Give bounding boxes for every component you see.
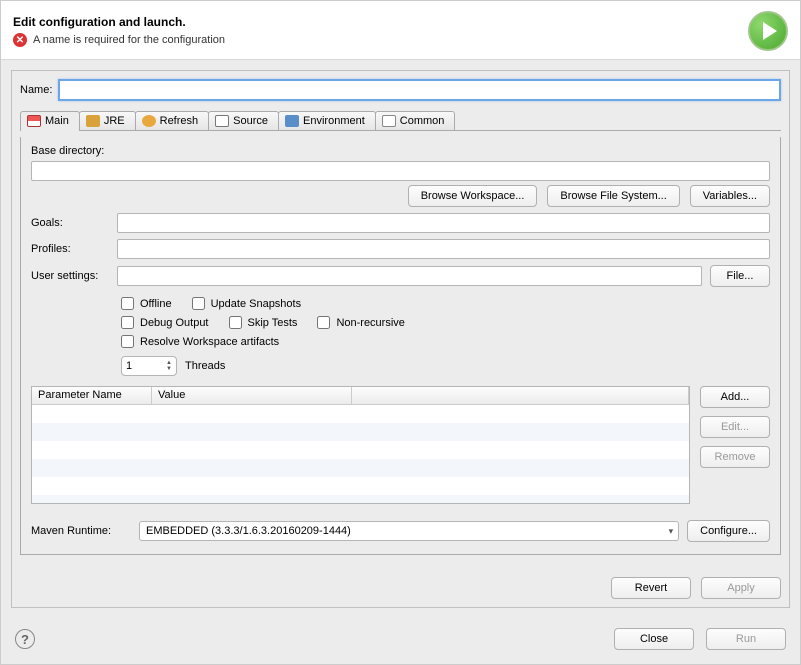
browse-workspace-button[interactable]: Browse Workspace... [408,185,538,207]
non-recursive-checkbox[interactable]: Non-recursive [317,316,404,329]
skip-tests-checkbox[interactable]: Skip Tests [229,316,298,329]
maven-runtime-select[interactable]: EMBEDDED (3.3.3/1.6.3.20160209-1444) [139,521,679,541]
tab-refresh[interactable]: Refresh [135,111,210,130]
error-message: A name is required for the configuration [33,34,225,46]
dialog-header: Edit configuration and launch. ✕ A name … [1,1,800,60]
base-directory-input[interactable] [31,161,770,181]
table-header: Parameter Name Value [32,387,689,405]
add-button[interactable]: Add... [700,386,770,408]
dialog-title: Edit configuration and launch. [13,15,225,29]
jre-tab-icon [86,115,100,127]
goals-label: Goals: [31,217,109,229]
source-tab-icon [215,115,229,127]
user-settings-label: User settings: [31,270,109,282]
goals-input[interactable] [117,213,770,233]
col-rest [352,387,689,404]
environment-tab-icon [285,115,299,127]
debug-output-checkbox[interactable]: Debug Output [121,316,209,329]
profiles-label: Profiles: [31,243,109,255]
threads-spinner[interactable]: 1 ▲▼ [121,356,177,376]
threads-label: Threads [185,360,225,372]
main-tab-icon [27,115,41,127]
parameters-table[interactable]: Parameter Name Value [31,386,690,504]
revert-button[interactable]: Revert [611,577,691,599]
apply-button[interactable]: Apply [701,577,781,599]
file-button[interactable]: File... [710,265,770,287]
help-icon[interactable]: ? [15,629,35,649]
table-body[interactable] [32,405,689,503]
close-button[interactable]: Close [614,628,694,650]
edit-button[interactable]: Edit... [700,416,770,438]
col-parameter-name[interactable]: Parameter Name [32,387,152,404]
spinner-arrows-icon: ▲▼ [166,360,172,372]
run-artwork-icon [748,11,788,51]
common-tab-icon [382,115,396,127]
configure-button[interactable]: Configure... [687,520,770,542]
tab-main[interactable]: Main [20,111,80,130]
name-label: Name: [20,84,52,96]
col-value[interactable]: Value [152,387,352,404]
offline-checkbox[interactable]: Offline [121,297,172,310]
browse-filesystem-button[interactable]: Browse File System... [547,185,679,207]
run-button[interactable]: Run [706,628,786,650]
profiles-input[interactable] [117,239,770,259]
error-icon: ✕ [13,33,27,47]
threads-value: 1 [126,360,132,372]
tab-environment[interactable]: Environment [278,111,376,130]
tab-jre[interactable]: JRE [79,111,136,130]
tab-bar: Main JRE Refresh Source Environment Comm… [20,111,781,131]
tab-source[interactable]: Source [208,111,279,130]
tab-common[interactable]: Common [375,111,456,130]
user-settings-input[interactable] [117,266,702,286]
maven-runtime-label: Maven Runtime: [31,525,131,537]
remove-button[interactable]: Remove [700,446,770,468]
main-panel: Name: Main JRE Refresh Source Environmen… [11,70,790,608]
tab-content-main: Base directory: Browse Workspace... Brow… [20,137,781,555]
base-directory-label: Base directory: [31,145,770,157]
resolve-workspace-checkbox[interactable]: Resolve Workspace artifacts [121,335,279,348]
refresh-tab-icon [142,115,156,127]
error-message-row: ✕ A name is required for the configurati… [13,33,225,47]
name-input[interactable] [58,79,781,101]
update-snapshots-checkbox[interactable]: Update Snapshots [192,297,302,310]
variables-button[interactable]: Variables... [690,185,770,207]
